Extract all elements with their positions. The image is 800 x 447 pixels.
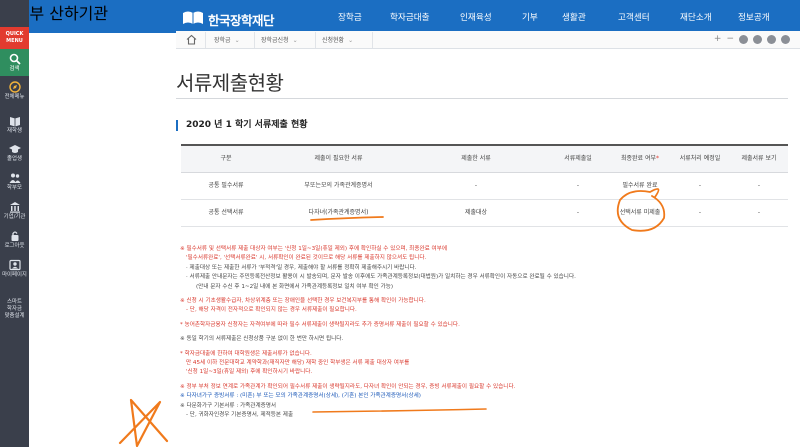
notice-line: · 제출대상 또는 제출한 서류가 '부적격'일 경우, 제출해야 할 서류를 … (186, 264, 417, 271)
zoom-out-icon[interactable]: − (726, 33, 734, 46)
nav-talent[interactable]: 인재육성 (460, 11, 492, 23)
chevron-down-icon: ⌄ (348, 37, 354, 44)
cell-category: 공통 선택서류 (181, 199, 271, 227)
parents-icon (9, 173, 20, 183)
header-bar: 한국장학재단 교육부 산하기관 장학금 학자금대출 인재육성 기부 생활관 고객… (0, 0, 800, 33)
title-divider (176, 98, 788, 99)
breadcrumb-apply[interactable]: 장학금신청 ⌄ (261, 35, 298, 44)
page-title: 서류제출현황 (176, 71, 284, 95)
breadcrumb: 장학금 ⌄ 장학금신청 ⌄ 신청현황 ⌄ + − (176, 31, 800, 49)
quick-parents[interactable]: 학부모 (0, 172, 29, 192)
graduation-cap-icon (8, 145, 21, 153)
site-logo[interactable]: 한국장학재단 (182, 5, 275, 29)
notice-line: - 단, 해당 자격이 전자적으로 확인되지 않는 경우 서류제출이 필요합니다… (186, 307, 357, 314)
page-tools: + − (714, 33, 790, 46)
table-row: 공통 필수서류 부또는모의 가족관계증명서 - - 필수서류 완료 - - (181, 172, 788, 200)
twitter-icon[interactable] (767, 35, 776, 44)
home-icon[interactable] (186, 34, 197, 45)
notice-line: '필수서류완료', '선택서류완료' 시, 서류확인이 완료된 것이므로 해당 … (186, 255, 427, 262)
notice-line: '신청 1일~3일(휴일 제외) 후에 확인하시기 바랍니다. (186, 369, 313, 376)
cell-submit-date: - (546, 199, 610, 227)
breadcrumb-divider (372, 32, 373, 48)
notice-line: · 서류제출 안내문자는 주민등록전산정보 활용이 시 발송되며, 문자 발송 … (186, 274, 576, 281)
col-submitted-docs: 제출한 서류 (406, 144, 546, 173)
quick-search[interactable]: 검색 (0, 49, 29, 76)
facebook-icon[interactable] (753, 35, 762, 44)
notice-line: ※ 필수서류 및 선택서류 제출 대상자 여부는 '신청 1일~3일(휴일 제외… (180, 246, 447, 252)
nav-scholarship[interactable]: 장학금 (338, 11, 362, 23)
nav-dormitory[interactable]: 생활관 (562, 11, 586, 23)
notice-line: ※ 동일 학기의 서류제출은 신청상품 구분 없이 한 번만 하시면 됩니다. (180, 336, 344, 343)
breadcrumb-scholarship[interactable]: 장학금 ⌄ (214, 35, 240, 44)
notice-list: ※ 필수서류 및 선택서류 제출 대상자 여부는 '신청 1일~3일(휴일 제외… (180, 245, 790, 421)
table-header-row: 구분 제출이 필요한 서류 제출한 서류 서류제출일 최종완료 여부* 서류처리… (181, 144, 788, 173)
nav-customer-center[interactable]: 고객센터 (618, 11, 650, 23)
book-icon (9, 117, 20, 127)
notice-line: ※ 다자녀가구 증빙서류 : (미혼) 부 또는 모의 가족관계증명서(상세),… (180, 393, 421, 400)
nav-donation[interactable]: 기부 (522, 11, 538, 23)
quick-menu-title: QUICK MENU (0, 27, 29, 49)
notice-line: - 단, 귀화자인경우 기본증명서, 제적등본 제출 (186, 412, 294, 419)
notice-line: ※ 정부 부처 정보 연계로 가족관계가 확인되어 필수서류 제출이 생략될지라… (180, 383, 516, 390)
brand-name: 한국장학재단 (208, 12, 275, 28)
cell-required-docs: 다자녀(가족관계증명서) (271, 199, 406, 227)
logo-book-icon (182, 8, 204, 26)
breadcrumb-divider (205, 32, 206, 48)
quick-all-menu[interactable]: 전체메뉴 (0, 81, 29, 101)
quick-company[interactable]: 기업/기관 (0, 201, 29, 221)
notice-line: * 학자금대출에 한하여 대학원생은 제출서류가 없습니다. (180, 350, 312, 357)
quick-smart-design[interactable]: 스마트 학자금 맞춤설계 (0, 298, 29, 320)
cell-process-date: - (670, 199, 730, 227)
cell-category: 공통 필수서류 (181, 172, 271, 200)
table-row: 공통 선택서류 다자녀(가족관계증명서) 제출대상 - 선택서류 미제출 - - (181, 199, 788, 227)
cell-view-docs: - (730, 172, 788, 200)
cell-required-docs: 부또는모의 가족관계증명서 (271, 172, 406, 200)
cell-process-date: - (670, 172, 730, 200)
col-category: 구분 (181, 144, 271, 173)
compass-icon (8, 81, 21, 93)
cell-final-status: 선택서류 미제출 (610, 199, 670, 227)
star-mark (118, 398, 169, 447)
notice-line: (안내 문자 수신 후 1~2일 내에 본 화면에서 가족관계등록정보 일치 여… (196, 283, 394, 290)
search-icon (9, 53, 21, 65)
blog-icon[interactable] (781, 35, 790, 44)
chevron-down-icon: ⌄ (234, 37, 240, 44)
col-process-date: 서류처리 예정일 (670, 144, 730, 173)
quick-mypage[interactable]: 마이페이지 (0, 259, 29, 279)
notice-line: ※ 다문화가구 기본서류 : 가족관계증명서 (180, 402, 277, 409)
notice-line: 만 45세 이하 전문대학교 계약학과(재직자만 해당) 재학 중인 학부생은 … (186, 360, 410, 367)
breadcrumb-divider (254, 32, 255, 48)
cell-submitted-docs: - (406, 172, 546, 200)
building-icon (9, 202, 20, 213)
col-submit-date: 서류제출일 (546, 144, 610, 173)
nav-disclosure[interactable]: 정보공개 (738, 11, 770, 23)
cell-view-docs: - (730, 199, 788, 227)
quick-enrolled[interactable]: 재학생 (0, 115, 29, 135)
notice-line: ※ 신청 시 기초생활수급자, 차상위계층 또는 장애인을 선택한 경우 보건복… (180, 298, 426, 305)
zoom-in-icon[interactable]: + (714, 33, 722, 46)
breadcrumb-status[interactable]: 신청현황 ⌄ (322, 35, 353, 44)
mypage-icon (8, 259, 21, 271)
cell-submit-date: - (546, 172, 610, 200)
cell-submitted-docs: 제출대상 (406, 199, 546, 227)
print-icon[interactable] (739, 35, 748, 44)
cell-final-status: 필수서류 완료 (610, 172, 670, 200)
quick-logout[interactable]: 로그아웃 (0, 230, 29, 250)
chevron-down-icon: ⌄ (292, 37, 298, 44)
col-view-docs: 제출서류 보기 (730, 144, 788, 173)
logout-icon (11, 231, 18, 241)
breadcrumb-divider (315, 32, 316, 48)
col-final-status: 최종완료 여부* (610, 144, 670, 173)
notice-line: * 농어촌학자금융자 신청자는 자격여부에 따라 필수 서류제출이 생략될지라도… (180, 321, 460, 328)
document-status-table: 구분 제출이 필요한 서류 제출한 서류 서류제출일 최종완료 여부* 서류처리… (181, 144, 788, 227)
nav-student-loan[interactable]: 학자금대출 (390, 11, 430, 23)
col-required-docs: 제출이 필요한 서류 (271, 144, 406, 173)
quick-graduate[interactable]: 졸업생 (0, 143, 29, 163)
section-heading: 2020 년 1 학기 서류제출 현황 (176, 120, 308, 131)
nav-about[interactable]: 재단소개 (680, 11, 712, 23)
quick-menu: QUICK MENU 검색 전체메뉴 재학생 졸업생 학부모 기업/기관 로그아… (0, 0, 29, 447)
